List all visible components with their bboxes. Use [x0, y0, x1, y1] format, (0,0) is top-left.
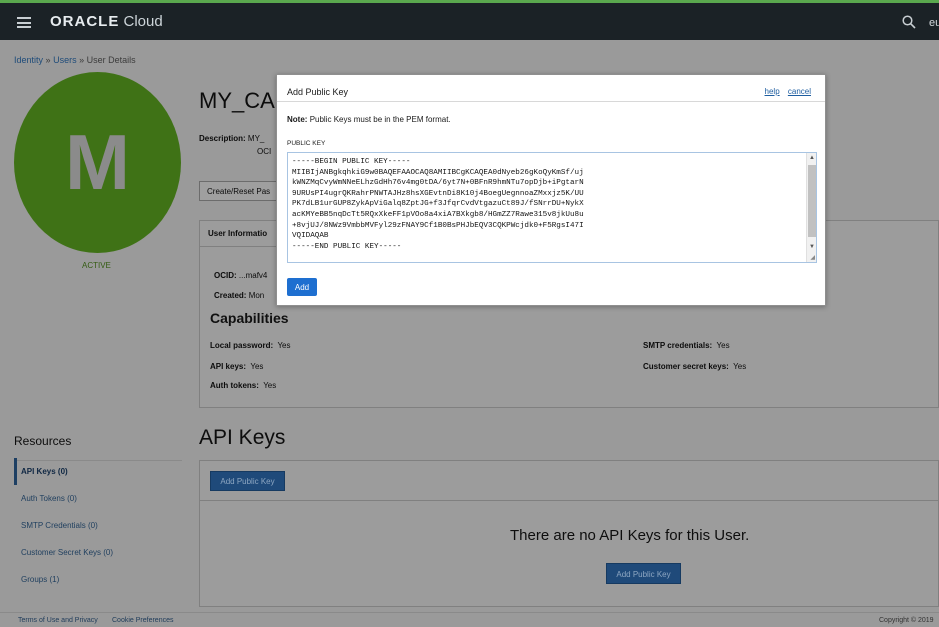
breadcrumb-separator: »	[79, 55, 85, 65]
capabilities-title: Capabilities	[210, 310, 289, 326]
logo-brand: ORACLE	[50, 13, 120, 30]
hamburger-menu-icon[interactable]	[17, 17, 31, 28]
ocid-row: OCID: ...mafv4	[214, 271, 267, 280]
capability-customer-secret-keys: Customer secret keys: Yes	[643, 362, 746, 371]
copyright-text: Copyright © 2019	[879, 617, 934, 624]
api-keys-panel: Add Public Key There are no API Keys for…	[199, 460, 939, 607]
scroll-up-arrow-icon[interactable]: ▲	[809, 155, 815, 161]
add-public-key-dialog: Add Public Key help cancel Note: Public …	[276, 74, 826, 306]
description-line2: OCI	[257, 147, 272, 156]
resource-item-api-keys[interactable]: API Keys (0)	[14, 458, 182, 485]
capability-label: Local password:	[210, 341, 274, 350]
breadcrumb: Identity » Users » User Details	[14, 55, 136, 65]
description-value: MY_	[247, 134, 265, 143]
note-label: Note:	[287, 115, 308, 124]
help-link[interactable]: help	[765, 87, 780, 96]
status-badge: ACTIVE	[82, 261, 111, 270]
api-keys-title: API Keys	[199, 426, 286, 449]
resource-item-auth-tokens[interactable]: Auth Tokens (0)	[14, 485, 182, 512]
empty-add-public-key-button[interactable]: Add Public Key	[606, 563, 681, 584]
resource-item-groups[interactable]: Groups (1)	[14, 566, 182, 593]
description-label: Description:	[199, 134, 246, 143]
breadcrumb-identity[interactable]: Identity	[14, 55, 43, 65]
capability-value: Yes	[733, 362, 747, 371]
user-avatar: M	[14, 72, 181, 253]
cancel-link[interactable]: cancel	[788, 87, 811, 96]
terms-link[interactable]: Terms of Use and Privacy	[18, 617, 98, 624]
footer: Terms of Use and Privacy Cookie Preferen…	[0, 612, 939, 627]
capability-auth-tokens: Auth tokens: Yes	[210, 381, 276, 390]
dialog-title: Add Public Key	[287, 87, 349, 97]
public-key-label: PUBLIC KEY	[287, 140, 326, 147]
capability-label: API keys:	[210, 362, 247, 371]
resize-handle-icon[interactable]: ◢	[810, 255, 815, 261]
ocid-value: ...mafv4	[238, 271, 268, 280]
logo-product: Cloud	[123, 13, 163, 30]
pem-format-note: Note: Public Keys must be in the PEM for…	[287, 115, 451, 124]
scrollbar-thumb[interactable]	[808, 165, 816, 237]
description-row: Description: MY_	[199, 134, 264, 143]
search-icon[interactable]	[902, 15, 916, 29]
empty-state-message: There are no API Keys for this User.	[510, 527, 750, 544]
capability-local-password: Local password: Yes	[210, 341, 291, 350]
ocid-label: OCID:	[214, 271, 237, 280]
add-button[interactable]: Add	[287, 278, 317, 296]
oracle-cloud-logo[interactable]: ORACLE Cloud	[50, 13, 163, 30]
resource-item-smtp-credentials[interactable]: SMTP Credentials (0)	[14, 512, 182, 539]
created-label: Created:	[214, 291, 247, 300]
textarea-scrollbar[interactable]: ▲ ▼ ◢	[806, 153, 816, 262]
created-row: Created: Mon	[214, 291, 264, 300]
capability-api-keys: API keys: Yes	[210, 362, 263, 371]
public-key-text: -----BEGIN PUBLIC KEY----- MIIBIjANBgkqh…	[292, 158, 584, 251]
dialog-links: help cancel	[759, 87, 811, 96]
capability-smtp-credentials: SMTP credentials: Yes	[643, 341, 730, 350]
capability-label: SMTP credentials:	[643, 341, 713, 350]
region-selector[interactable]: eu	[929, 17, 939, 29]
note-text: Public Keys must be in the PEM format.	[309, 115, 451, 124]
create-reset-password-button[interactable]: Create/Reset Pas	[199, 181, 281, 201]
scroll-down-arrow-icon[interactable]: ▼	[809, 244, 815, 250]
capability-value: Yes	[263, 381, 277, 390]
resources-title: Resources	[14, 434, 72, 448]
breadcrumb-separator: »	[45, 55, 51, 65]
capability-value: Yes	[277, 341, 291, 350]
capability-value: Yes	[716, 341, 730, 350]
public-key-textarea[interactable]: -----BEGIN PUBLIC KEY----- MIIBIjANBgkqh…	[287, 152, 817, 263]
add-public-key-button[interactable]: Add Public Key	[210, 471, 285, 491]
page-title: MY_CA	[199, 88, 275, 113]
capability-label: Auth tokens:	[210, 381, 259, 390]
breadcrumb-users[interactable]: Users	[53, 55, 77, 65]
created-value: Mon	[248, 291, 265, 300]
cookie-preferences-link[interactable]: Cookie Preferences	[112, 617, 173, 624]
capability-value: Yes	[250, 362, 264, 371]
breadcrumb-current: User Details	[86, 55, 136, 65]
dialog-header: Add Public Key help cancel	[277, 75, 825, 102]
capability-label: Customer secret keys:	[643, 362, 729, 371]
resources-list: API Keys (0) Auth Tokens (0) SMTP Creden…	[14, 458, 182, 593]
top-navigation-bar: ORACLE Cloud eu	[0, 0, 939, 40]
resource-item-customer-secret-keys[interactable]: Customer Secret Keys (0)	[14, 539, 182, 566]
api-keys-toolbar	[200, 461, 938, 501]
tab-user-information[interactable]: User Informatio	[200, 221, 278, 247]
